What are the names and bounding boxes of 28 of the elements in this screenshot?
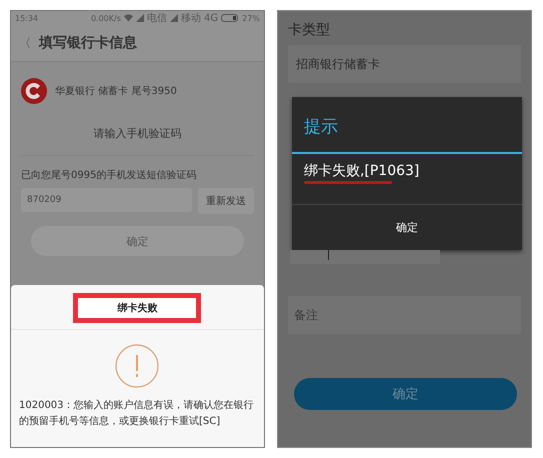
page-title: 填写银行卡信息 <box>39 34 137 52</box>
confirm-button[interactable]: 确定 <box>31 226 244 256</box>
bank-card-label: 华夏银行 储蓄卡 尾号3950 <box>55 84 177 98</box>
battery-icon <box>221 14 240 22</box>
warning-icon <box>115 344 160 388</box>
dialog-message: 绑卡失败,[P1063] <box>304 162 420 180</box>
card-type-field[interactable]: 招商银行储蓄卡 <box>288 45 521 83</box>
sms-notice: 已向您尾号0995的手机发送短信验证码 <box>20 168 198 183</box>
resend-button[interactable]: 重新发送 <box>198 188 254 214</box>
signal-icon <box>170 14 178 22</box>
carrier-name: 电信 <box>146 12 167 25</box>
dialog-title: 绑卡失败 <box>73 293 202 323</box>
signal-icon <box>136 14 144 22</box>
battery-percent: 27% <box>242 14 260 22</box>
card-type-label: 卡类型 <box>288 21 331 40</box>
input-field[interactable] <box>290 250 440 264</box>
bank-logo-icon <box>21 78 47 104</box>
prompt-text: 请输入手机验证码 <box>21 104 254 156</box>
error-message: 1020003：您输入的账户信息有误，请确认您在银行的预留手机号等信息，或更换银行卡重试[SC] <box>18 398 255 429</box>
code-field[interactable]: 870209 <box>21 188 192 212</box>
confirm-button[interactable]: 确定 <box>294 378 517 410</box>
dialog-title: 提示 <box>302 116 339 139</box>
status-time: 15:34 <box>15 14 38 22</box>
carrier-name: 移动 4G <box>180 12 218 25</box>
network-speed: 0.00K/s <box>90 14 121 22</box>
back-button[interactable]: 〈 <box>19 34 31 52</box>
remark-field[interactable]: 备注 <box>288 296 521 334</box>
wifi-icon <box>124 14 133 22</box>
